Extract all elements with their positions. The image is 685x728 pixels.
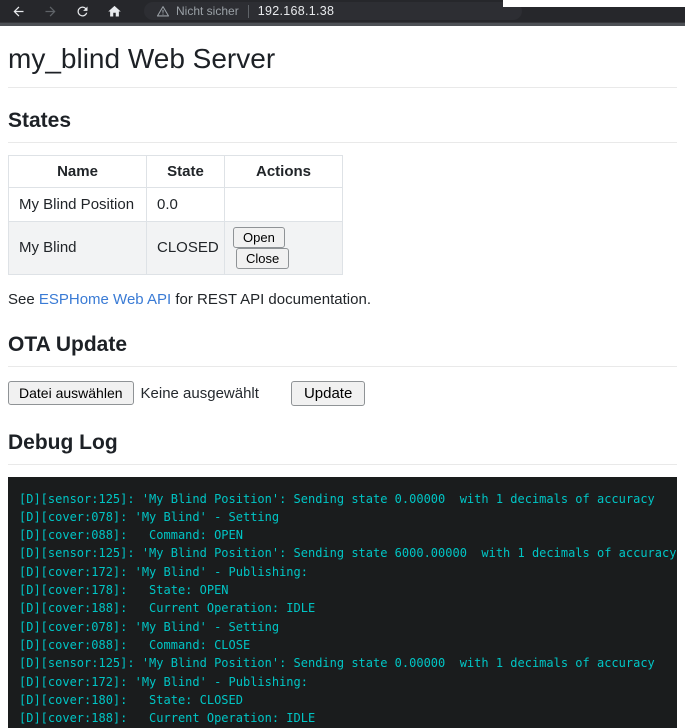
cell-state: 0.0 [146,186,225,222]
log-line: [D][cover:088]: Command: OPEN [19,528,243,543]
url-text[interactable]: 192.168.1.38 [258,4,335,18]
api-note: See ESPHome Web API for REST API documen… [8,291,677,308]
log-line: [D][cover:180]: State: CLOSED [19,692,243,707]
debug-log-panel[interactable]: [D][sensor:125]: 'My Blind Position': Se… [8,476,677,728]
update-button[interactable]: Update [290,380,366,406]
back-icon[interactable] [10,3,26,19]
states-heading: States [8,108,72,132]
reload-icon[interactable] [74,3,90,19]
log-line: [D][cover:188]: Current Operation: IDLE [19,711,316,726]
ota-heading: OTA Update [8,332,127,356]
api-note-prefix: See [8,290,39,308]
cell-state: CLOSED [146,220,225,275]
debug-log-divider [8,463,677,465]
api-note-suffix: for REST API documentation. [171,290,371,308]
column-header-actions: Actions [224,154,343,188]
browser-toolbar: Nicht sicher 192.168.1.38 [0,0,685,22]
ota-upload-row: Datei auswählen Keine ausgewählt Update [8,380,677,406]
log-line: [D][cover:178]: State: OPEN [19,583,229,598]
table-header-row: Name State Actions [8,154,343,188]
esphome-web-api-link[interactable]: ESPHome Web API [39,291,171,308]
log-line: [D][sensor:125]: 'My Blind Position': Se… [19,546,677,561]
log-line: [D][cover:188]: Current Operation: IDLE [19,601,316,616]
file-status-text: Keine ausgewählt [140,384,259,402]
cell-name: My Blind [8,220,147,275]
log-line: [D][cover:172]: 'My Blind' - Publishing: [19,674,308,689]
cell-actions-empty [224,186,343,222]
choose-file-button[interactable]: Datei auswählen [8,381,134,406]
open-button[interactable]: Open [233,226,285,248]
cell-actions: OpenClose [224,220,343,275]
log-line: [D][sensor:125]: 'My Blind Position': Se… [19,656,655,671]
table-row-blind-position: My Blind Position 0.0 [8,186,343,222]
log-line: [D][cover:088]: Command: CLOSE [19,637,251,652]
home-icon[interactable] [106,3,122,19]
page-title: my_blind Web Server [8,43,276,74]
table-row-blind: My Blind CLOSED OpenClose [8,220,343,275]
window-corner-gap [503,0,685,7]
column-header-state: State [146,154,225,188]
omnibox-divider [247,4,249,18]
forward-icon[interactable] [42,3,58,19]
debug-log-heading: Debug Log [8,430,118,454]
address-bar[interactable]: Nicht sicher 192.168.1.38 [144,2,522,20]
log-line: [D][sensor:125]: 'My Blind Position': Se… [19,491,655,506]
security-label[interactable]: Nicht sicher [176,4,239,18]
log-line: [D][cover:078]: 'My Blind' - Setting [19,619,280,634]
cell-name: My Blind Position [8,186,147,222]
toolbar-bottom-strip [0,22,685,26]
warning-triangle-icon[interactable] [156,4,170,18]
states-divider [8,141,677,143]
web-server-page: my_blind Web Server States Name State Ac… [0,42,685,728]
log-line: [D][cover:172]: 'My Blind' - Publishing: [19,564,308,579]
ota-divider [8,365,677,367]
states-table: Name State Actions My Blind Position 0.0… [8,154,343,275]
close-button[interactable]: Close [236,247,290,269]
column-header-name: Name [8,154,147,188]
log-line: [D][cover:078]: 'My Blind' - Setting [19,509,280,524]
title-divider [8,86,677,88]
